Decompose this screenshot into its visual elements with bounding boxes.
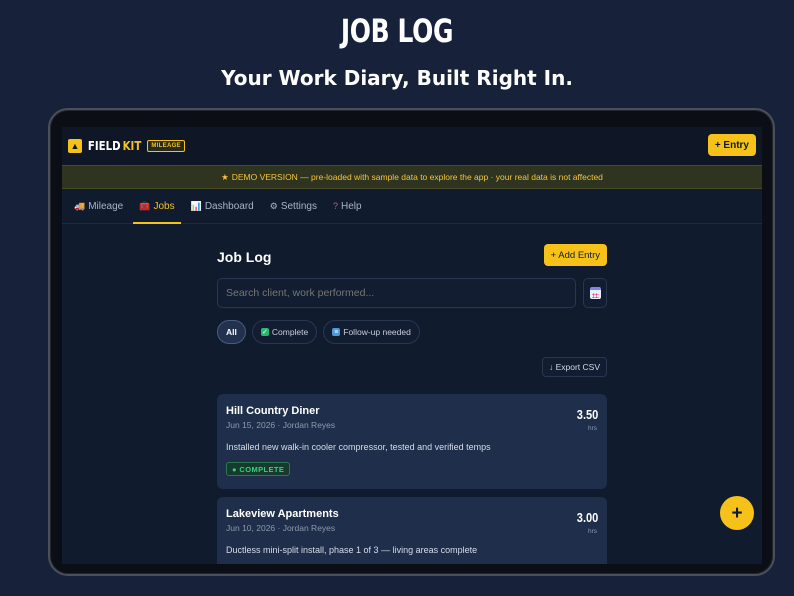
add-entry-button[interactable]: + Add Entry xyxy=(543,244,607,266)
filter-complete[interactable]: ✓ Complete xyxy=(251,320,318,344)
clipboard-icon: ≡ xyxy=(332,328,341,336)
tab-mileage[interactable]: 🚚 Mileage xyxy=(68,189,129,223)
tab-label: Dashboard xyxy=(204,200,254,212)
tab-help[interactable]: ? Help xyxy=(327,189,368,223)
tab-label: Help xyxy=(340,200,362,212)
question-icon: ? xyxy=(332,201,338,211)
filter-all[interactable]: All xyxy=(217,320,246,344)
tab-bar: 🚚 Mileage 🧰 Jobs 📊 Dashboard ⚙ Settings … xyxy=(62,189,762,224)
gear-icon: ⚙ xyxy=(269,200,278,211)
logo-kit-text: KIT xyxy=(123,139,142,153)
new-entry-button[interactable]: + Entry xyxy=(707,134,756,156)
chart-icon: 📊 xyxy=(190,200,202,211)
job-hours-unit: hrs xyxy=(587,528,597,535)
filter-label: Follow-up needed xyxy=(343,327,411,337)
filter-label: All xyxy=(226,327,237,337)
tablet-frame: ▲ FIELD KIT MILEAGE + Entry ★ DEMO VERSI… xyxy=(48,108,775,576)
job-hours: 3.50 xyxy=(576,407,598,422)
check-icon: ✓ xyxy=(260,328,269,336)
logo-field-text: FIELD xyxy=(87,139,121,153)
job-hours-unit: hrs xyxy=(587,425,597,432)
app-screen: ▲ FIELD KIT MILEAGE + Entry ★ DEMO VERSI… xyxy=(62,127,762,564)
star-icon: ★ xyxy=(221,171,229,182)
filter-label: Complete xyxy=(271,327,309,337)
tab-settings[interactable]: ⚙ Settings xyxy=(264,189,323,223)
job-client: Lakeview Apartments xyxy=(226,508,339,520)
job-meta: Jun 10, 2026 · Jordan Reyes xyxy=(226,523,336,533)
job-meta: Jun 15, 2026 · Jordan Reyes xyxy=(226,420,336,430)
job-card[interactable]: Lakeview Apartments Jun 10, 2026 · Jorda… xyxy=(217,497,607,564)
job-description: Installed new walk-in cooler compressor,… xyxy=(226,442,491,452)
app-header: ▲ FIELD KIT MILEAGE + Entry xyxy=(62,127,762,165)
promo-title: JOB LOG xyxy=(340,12,454,50)
truck-icon: 🚚 xyxy=(74,200,86,211)
toolbox-icon: 🧰 xyxy=(139,200,151,211)
demo-banner: ★ DEMO VERSION — pre-loaded with sample … xyxy=(62,165,762,189)
job-hours: 3.00 xyxy=(576,510,598,525)
tab-jobs[interactable]: 🧰 Jobs xyxy=(133,189,181,224)
job-client: Hill Country Diner xyxy=(226,405,320,417)
tab-label: Settings xyxy=(280,200,317,212)
tab-label: Mileage xyxy=(88,200,124,212)
filter-chips: All ✓ Complete ≡ Follow-up needed xyxy=(217,320,420,344)
floating-add-button[interactable]: + xyxy=(720,496,754,530)
demo-banner-text: DEMO VERSION — pre-loaded with sample da… xyxy=(231,172,603,182)
logo-icon: ▲ xyxy=(68,139,82,153)
job-description: Ductless mini-split install, phase 1 of … xyxy=(226,545,478,555)
promo-subtitle: Your Work Diary, Built Right In. xyxy=(221,66,573,90)
tab-label: Jobs xyxy=(153,200,175,212)
search-input[interactable] xyxy=(217,278,576,308)
tab-dashboard[interactable]: 📊 Dashboard xyxy=(185,189,260,223)
job-card[interactable]: Hill Country Diner Jun 15, 2026 · Jordan… xyxy=(217,394,607,489)
calendar-icon xyxy=(589,287,601,299)
export-csv-button[interactable]: ↓ Export CSV xyxy=(541,357,607,377)
status-badge: ● COMPLETE xyxy=(226,462,291,476)
page-title: Job Log xyxy=(217,249,272,265)
calendar-button[interactable] xyxy=(583,278,607,308)
filter-follow-up[interactable]: ≡ Follow-up needed xyxy=(323,320,420,344)
logo-badge: MILEAGE xyxy=(147,140,185,152)
